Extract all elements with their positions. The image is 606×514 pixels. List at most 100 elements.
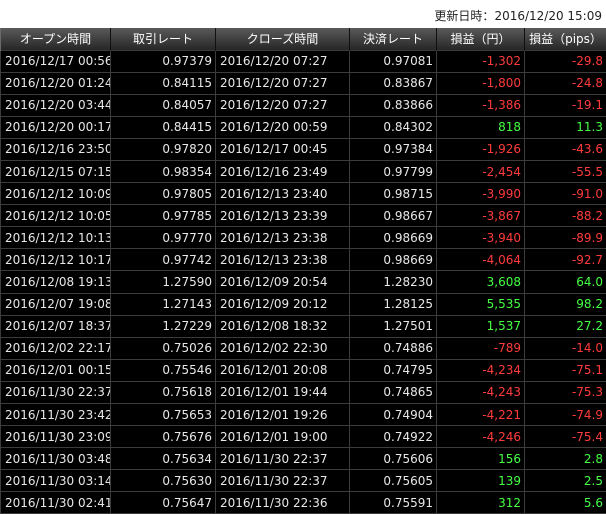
table-body: 2016/12/17 00:560.973792016/12/20 07:270… xyxy=(1,50,606,514)
cell-close-time: 2016/12/08 18:32 xyxy=(216,315,350,337)
cell-close-rate: 0.97799 xyxy=(350,160,437,182)
cell-pnl-pips: -14.0 xyxy=(525,337,606,359)
cell-open-rate: 0.97805 xyxy=(111,183,216,205)
cell-open-rate: 0.97770 xyxy=(111,227,216,249)
cell-close-rate: 0.83867 xyxy=(350,72,437,94)
cell-open-rate: 0.97785 xyxy=(111,205,216,227)
cell-pnl-yen: -4,246 xyxy=(437,426,525,448)
cell-close-time: 2016/12/20 00:59 xyxy=(216,116,350,138)
table-row: 2016/12/20 01:240.841152016/12/20 07:270… xyxy=(1,72,606,94)
cell-close-time: 2016/12/01 19:26 xyxy=(216,404,350,426)
cell-pnl-yen: 139 xyxy=(437,470,525,492)
cell-open-rate: 0.75618 xyxy=(111,381,216,403)
column-header-open-time[interactable]: オープン時間 xyxy=(1,28,111,50)
cell-pnl-pips: 11.3 xyxy=(525,116,606,138)
cell-close-rate: 0.75606 xyxy=(350,448,437,470)
cell-close-rate: 0.98667 xyxy=(350,205,437,227)
cell-close-rate: 0.97384 xyxy=(350,138,437,160)
cell-open-time: 2016/12/15 07:15 xyxy=(1,160,111,182)
cell-close-rate: 0.97081 xyxy=(350,50,437,72)
cell-open-time: 2016/12/12 10:13 xyxy=(1,227,111,249)
table-row: 2016/12/12 10:090.978052016/12/13 23:400… xyxy=(1,183,606,205)
cell-open-time: 2016/12/08 19:13 xyxy=(1,271,111,293)
cell-close-rate: 0.98669 xyxy=(350,249,437,271)
cell-open-rate: 0.97820 xyxy=(111,138,216,160)
cell-close-time: 2016/12/13 23:38 xyxy=(216,249,350,271)
column-header-close-rate[interactable]: 決済レート xyxy=(350,28,437,50)
cell-open-time: 2016/11/30 23:42 xyxy=(1,404,111,426)
cell-open-rate: 1.27229 xyxy=(111,315,216,337)
cell-close-rate: 0.98669 xyxy=(350,227,437,249)
cell-pnl-pips: -88.2 xyxy=(525,205,606,227)
cell-pnl-yen: -1,926 xyxy=(437,138,525,160)
column-header-pnl-pips[interactable]: 損益（pips） xyxy=(525,28,606,50)
cell-close-rate: 0.74865 xyxy=(350,381,437,403)
table-row: 2016/12/01 00:150.755462016/12/01 20:080… xyxy=(1,359,606,381)
cell-close-time: 2016/11/30 22:37 xyxy=(216,448,350,470)
column-header-pnl-yen[interactable]: 損益（円） xyxy=(437,28,525,50)
table-row: 2016/11/30 22:370.756182016/12/01 19:440… xyxy=(1,381,606,403)
table-row: 2016/12/16 23:500.978202016/12/17 00:450… xyxy=(1,138,606,160)
cell-open-time: 2016/11/30 22:37 xyxy=(1,381,111,403)
cell-open-time: 2016/12/01 00:15 xyxy=(1,359,111,381)
cell-close-rate: 0.84302 xyxy=(350,116,437,138)
cell-open-rate: 0.75634 xyxy=(111,448,216,470)
cell-pnl-yen: -1,302 xyxy=(437,50,525,72)
table-row: 2016/12/08 19:131.275902016/12/09 20:541… xyxy=(1,271,606,293)
cell-open-time: 2016/11/30 02:41 xyxy=(1,492,111,514)
cell-pnl-yen: 156 xyxy=(437,448,525,470)
cell-pnl-yen: -4,234 xyxy=(437,359,525,381)
cell-open-rate: 0.97379 xyxy=(111,50,216,72)
cell-close-time: 2016/12/09 20:54 xyxy=(216,271,350,293)
cell-open-time: 2016/11/30 23:09 xyxy=(1,426,111,448)
cell-open-rate: 0.75026 xyxy=(111,337,216,359)
cell-open-time: 2016/12/16 23:50 xyxy=(1,138,111,160)
cell-pnl-yen: -3,867 xyxy=(437,205,525,227)
cell-pnl-pips: -75.1 xyxy=(525,359,606,381)
cell-open-rate: 0.84415 xyxy=(111,116,216,138)
cell-close-rate: 0.75605 xyxy=(350,470,437,492)
cell-pnl-pips: 27.2 xyxy=(525,315,606,337)
cell-open-time: 2016/12/12 10:17 xyxy=(1,249,111,271)
table-row: 2016/12/07 19:081.271432016/12/09 20:121… xyxy=(1,293,606,315)
cell-close-time: 2016/12/20 07:27 xyxy=(216,50,350,72)
cell-open-rate: 0.75546 xyxy=(111,359,216,381)
cell-open-time: 2016/12/07 19:08 xyxy=(1,293,111,315)
table-row: 2016/11/30 03:140.756302016/11/30 22:370… xyxy=(1,470,606,492)
cell-pnl-pips: 64.0 xyxy=(525,271,606,293)
cell-open-rate: 0.97742 xyxy=(111,249,216,271)
table-row: 2016/12/12 10:130.977702016/12/13 23:380… xyxy=(1,227,606,249)
cell-open-rate: 0.75653 xyxy=(111,404,216,426)
cell-pnl-yen: 3,608 xyxy=(437,271,525,293)
cell-pnl-yen: -3,990 xyxy=(437,183,525,205)
cell-close-time: 2016/12/16 23:49 xyxy=(216,160,350,182)
cell-close-rate: 1.28230 xyxy=(350,271,437,293)
cell-open-time: 2016/12/12 10:09 xyxy=(1,183,111,205)
table-row: 2016/12/17 00:560.973792016/12/20 07:270… xyxy=(1,50,606,72)
column-header-close-time[interactable]: クローズ時間 xyxy=(216,28,350,50)
cell-pnl-pips: -29.8 xyxy=(525,50,606,72)
cell-pnl-yen: -4,243 xyxy=(437,381,525,403)
cell-open-time: 2016/11/30 03:14 xyxy=(1,470,111,492)
cell-close-time: 2016/12/20 07:27 xyxy=(216,72,350,94)
cell-close-time: 2016/12/01 19:00 xyxy=(216,426,350,448)
table-row: 2016/12/15 07:150.983542016/12/16 23:490… xyxy=(1,160,606,182)
cell-open-rate: 0.84115 xyxy=(111,72,216,94)
cell-close-time: 2016/12/01 19:44 xyxy=(216,381,350,403)
cell-close-rate: 0.83866 xyxy=(350,94,437,116)
cell-close-time: 2016/11/30 22:37 xyxy=(216,470,350,492)
last-updated: 更新日時：2016/12/20 15:09 xyxy=(0,0,606,28)
cell-pnl-pips: 98.2 xyxy=(525,293,606,315)
cell-open-time: 2016/12/20 01:24 xyxy=(1,72,111,94)
cell-pnl-yen: -2,454 xyxy=(437,160,525,182)
table-row: 2016/11/30 02:410.756472016/11/30 22:360… xyxy=(1,492,606,514)
column-header-open-rate[interactable]: 取引レート xyxy=(111,28,216,50)
cell-pnl-pips: -91.0 xyxy=(525,183,606,205)
table-row: 2016/12/12 10:170.977422016/12/13 23:380… xyxy=(1,249,606,271)
cell-open-rate: 1.27143 xyxy=(111,293,216,315)
cell-pnl-pips: -75.3 xyxy=(525,381,606,403)
cell-close-time: 2016/12/13 23:40 xyxy=(216,183,350,205)
cell-open-time: 2016/12/07 18:37 xyxy=(1,315,111,337)
table-row: 2016/12/20 03:440.840572016/12/20 07:270… xyxy=(1,94,606,116)
cell-pnl-pips: 5.6 xyxy=(525,492,606,514)
